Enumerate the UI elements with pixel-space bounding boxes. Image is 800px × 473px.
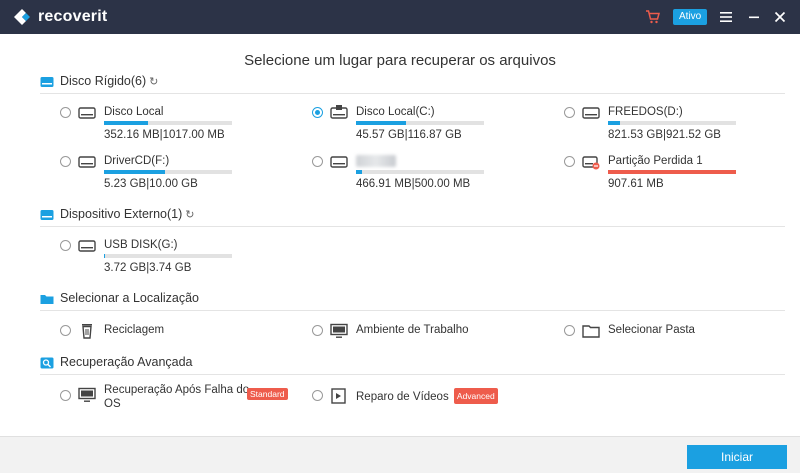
active-status-badge[interactable]: Ativo bbox=[673, 9, 708, 25]
location-radio[interactable] bbox=[60, 325, 71, 336]
location-recycle-bin[interactable]: Reciclagem bbox=[60, 323, 280, 341]
advanced-video-repair[interactable]: Reparo de Vídeos Advanced bbox=[312, 388, 552, 406]
drive-radio[interactable] bbox=[60, 156, 71, 167]
drive-name: Disco Local(C:) bbox=[356, 106, 435, 118]
location-label: Reciclagem bbox=[104, 324, 165, 336]
drive-item[interactable]: DriverCD(F:) 5.23 GB|10.00 GB bbox=[60, 154, 280, 194]
app-logo: recoverit bbox=[12, 7, 107, 27]
location-label: Ambiente de Trabalho bbox=[356, 324, 469, 336]
app-name: recoverit bbox=[38, 8, 108, 25]
drive-name: Partição Perdida 1 bbox=[608, 155, 703, 167]
section-select-location-label: Selecionar a Localização bbox=[60, 291, 199, 305]
drive-radio[interactable] bbox=[312, 107, 323, 118]
menu-icon[interactable] bbox=[718, 9, 734, 25]
drive-icon bbox=[78, 107, 96, 119]
drive-usage-bar bbox=[356, 121, 484, 125]
lost-partition-icon bbox=[582, 156, 600, 170]
advanced-radio[interactable] bbox=[60, 390, 71, 401]
drive-item[interactable]: 466.91 MB|500.00 MB bbox=[312, 154, 532, 194]
advanced-radio[interactable] bbox=[312, 390, 323, 401]
location-label: Selecionar Pasta bbox=[608, 324, 695, 336]
drive-size: 3.72 GB|3.74 GB bbox=[104, 262, 192, 274]
drive-radio[interactable] bbox=[564, 156, 575, 167]
section-external-device-label: Dispositivo Externo(1) bbox=[60, 207, 183, 221]
folder-icon bbox=[40, 295, 54, 304]
drive-item[interactable]: Partição Perdida 1 907.61 MB bbox=[564, 154, 784, 194]
minimize-icon[interactable] bbox=[746, 9, 762, 25]
recoverit-logo-icon bbox=[14, 9, 30, 25]
drive-usage-bar bbox=[608, 170, 736, 174]
external-drive-item[interactable]: USB DISK(G:) 3.72 GB|3.74 GB bbox=[60, 238, 280, 278]
drive-usage-bar bbox=[356, 170, 484, 174]
drive-item[interactable]: FREEDOS(D:) 821.53 GB|921.52 GB bbox=[564, 105, 784, 145]
close-icon[interactable] bbox=[772, 9, 788, 25]
section-external-device: Dispositivo Externo(1) ↻ bbox=[40, 207, 785, 227]
refresh-icon[interactable]: ↻ bbox=[185, 208, 194, 221]
video-repair-icon bbox=[331, 388, 346, 404]
cart-icon[interactable] bbox=[645, 9, 661, 25]
page-title: Selecione um lugar para recuperar os arq… bbox=[244, 52, 556, 69]
refresh-icon[interactable]: ↻ bbox=[149, 75, 158, 88]
drive-usage-bar bbox=[104, 254, 232, 258]
drive-name: DriverCD(F:) bbox=[104, 155, 170, 167]
drive-name: USB DISK(G:) bbox=[104, 239, 178, 251]
desktop-icon bbox=[330, 323, 348, 338]
drive-size: 45.57 GB|116.87 GB bbox=[356, 129, 462, 141]
advanced-label: Reparo de Vídeos bbox=[356, 391, 449, 403]
crash-recovery-icon bbox=[78, 387, 96, 402]
start-button[interactable]: Iniciar bbox=[687, 445, 787, 469]
drive-usage-bar bbox=[104, 170, 232, 174]
section-advanced-recovery-label: Recuperação Avançada bbox=[60, 355, 193, 369]
drive-radio[interactable] bbox=[60, 107, 71, 118]
standard-badge: Standard bbox=[247, 388, 288, 400]
drive-icon bbox=[330, 156, 348, 168]
drive-usage-bar bbox=[104, 121, 232, 125]
drive-name-redacted bbox=[356, 155, 396, 167]
drive-size: 5.23 GB|10.00 GB bbox=[104, 178, 198, 190]
folder-open-icon bbox=[582, 325, 600, 338]
location-radio[interactable] bbox=[564, 325, 575, 336]
advanced-label: Recuperação Após Falha do OS bbox=[104, 384, 250, 410]
recycle-bin-icon bbox=[82, 324, 92, 339]
section-hard-disk: Disco Rígido(6) ↻ bbox=[40, 74, 785, 94]
advanced-search-icon bbox=[40, 357, 54, 369]
drive-size: 352.16 MB|1017.00 MB bbox=[104, 129, 225, 141]
location-radio[interactable] bbox=[312, 325, 323, 336]
external-device-icon bbox=[40, 210, 54, 220]
advanced-crash-recovery[interactable]: Recuperação Após Falha do OS Standard bbox=[60, 383, 300, 411]
location-desktop[interactable]: Ambiente de Trabalho bbox=[312, 323, 532, 341]
drive-item[interactable]: Disco Local(C:) 45.57 GB|116.87 GB bbox=[312, 105, 532, 145]
drive-size: 821.53 GB|921.52 GB bbox=[608, 129, 721, 141]
drive-radio[interactable] bbox=[312, 156, 323, 167]
section-select-location: Selecionar a Localização bbox=[40, 291, 785, 311]
title-bar: recoverit Ativo bbox=[0, 0, 800, 34]
windows-drive-icon bbox=[330, 105, 348, 119]
drive-radio[interactable] bbox=[60, 240, 71, 251]
drive-item[interactable]: Disco Local 352.16 MB|1017.00 MB bbox=[60, 105, 280, 145]
location-select-folder[interactable]: Selecionar Pasta bbox=[564, 323, 784, 341]
drive-radio[interactable] bbox=[564, 107, 575, 118]
drive-name: Disco Local bbox=[104, 106, 164, 118]
drive-size: 466.91 MB|500.00 MB bbox=[356, 178, 471, 190]
hard-disk-icon bbox=[40, 77, 54, 87]
drive-icon bbox=[78, 156, 96, 168]
section-advanced-recovery: Recuperação Avançada bbox=[40, 355, 785, 375]
drive-size: 907.61 MB bbox=[608, 178, 664, 190]
usb-drive-icon bbox=[78, 240, 96, 252]
footer-bar: Iniciar bbox=[0, 436, 800, 473]
section-hard-disk-label: Disco Rígido(6) bbox=[60, 74, 147, 88]
drive-icon bbox=[582, 107, 600, 119]
drive-usage-bar bbox=[608, 121, 736, 125]
advanced-badge: Advanced bbox=[453, 388, 498, 404]
drive-name: FREEDOS(D:) bbox=[608, 106, 683, 118]
